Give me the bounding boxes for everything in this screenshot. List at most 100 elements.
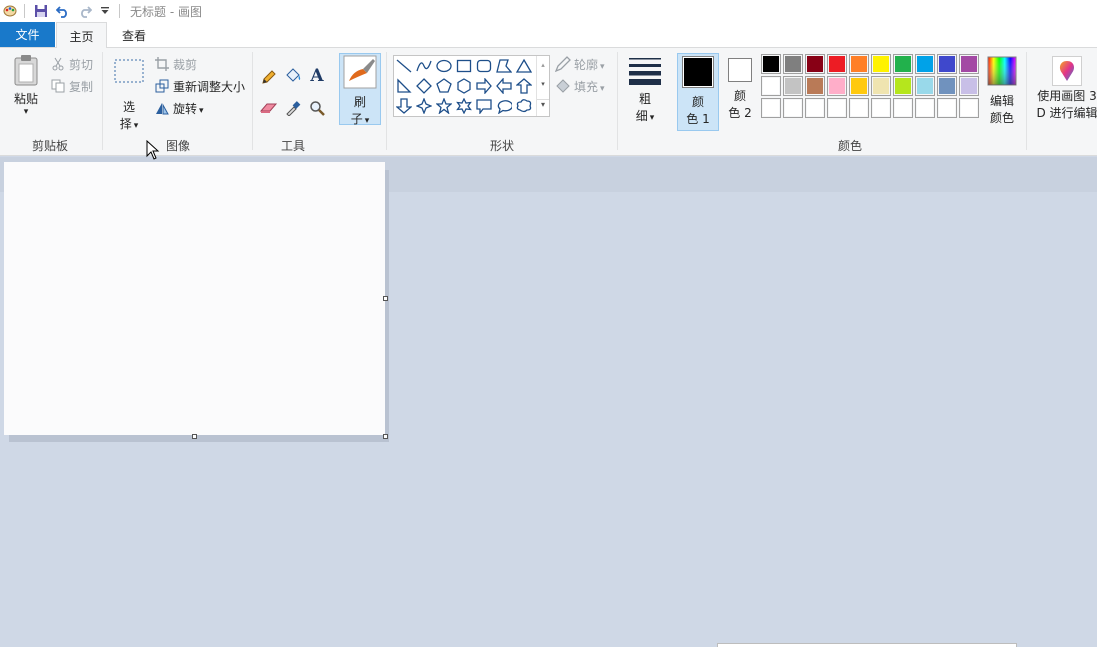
undo-icon[interactable] — [55, 3, 71, 19]
palette-swatch[interactable] — [937, 76, 957, 96]
resize-label: 重新调整大小 — [173, 79, 246, 94]
palette-swatch[interactable] — [871, 98, 891, 118]
paste-button[interactable]: 粘贴 ▾ — [8, 54, 44, 117]
pentagon-shape-icon[interactable] — [434, 76, 454, 96]
brushes-button-content[interactable]: 刷 子 — [339, 55, 381, 130]
curve-shape-icon[interactable] — [414, 56, 434, 76]
color1-button-content[interactable]: 颜 色 1 — [677, 56, 719, 128]
palette-swatch-fill — [961, 78, 977, 94]
size-button[interactable]: 粗 细 — [624, 56, 666, 127]
palette-swatch[interactable] — [827, 54, 847, 74]
edit-with-paint3d-button[interactable]: 使用画图 3 D 进行编辑 — [1034, 56, 1097, 122]
drawing-canvas[interactable] — [4, 162, 385, 435]
palette-swatch[interactable] — [761, 98, 781, 118]
canvas-resize-handle-corner[interactable] — [383, 434, 388, 439]
diamond-shape-icon[interactable] — [414, 76, 434, 96]
palette-swatch[interactable] — [805, 54, 825, 74]
palette-swatch[interactable] — [783, 98, 803, 118]
oval-callout-shape-icon[interactable] — [494, 96, 514, 116]
shapes-gallery-scrollbar[interactable]: ▴ ▾ ▾ — [536, 56, 549, 116]
palette-swatch[interactable] — [827, 76, 847, 96]
down-arrow-shape-icon[interactable] — [394, 96, 414, 116]
canvas-workspace[interactable] — [0, 157, 1097, 647]
color-palette — [761, 54, 983, 120]
pencil-icon[interactable] — [259, 67, 279, 87]
fill-button[interactable]: 填充 — [555, 76, 605, 96]
cut-button[interactable]: 剪切 — [50, 54, 93, 74]
rect-callout-shape-icon[interactable] — [474, 96, 494, 116]
polygon-shape-icon[interactable] — [494, 56, 514, 76]
palette-swatch[interactable] — [783, 76, 803, 96]
color1-label-1: 颜 — [691, 95, 704, 109]
hexagon-shape-icon[interactable] — [454, 76, 474, 96]
rounded-rectangle-shape-icon[interactable] — [474, 56, 494, 76]
right-arrow-shape-icon[interactable] — [474, 76, 494, 96]
six-point-star-shape-icon[interactable] — [454, 96, 474, 116]
crop-button[interactable]: 裁剪 — [154, 54, 197, 74]
tab-view[interactable]: 查看 — [108, 22, 160, 48]
tools-group-label: 工具 — [280, 139, 305, 153]
clipboard-icon — [12, 54, 40, 91]
gallery-more-icon[interactable]: ▾ — [537, 99, 549, 110]
outline-button[interactable]: 轮廓 — [555, 54, 605, 74]
palette-swatch[interactable] — [761, 76, 781, 96]
tab-file[interactable]: 文件 — [0, 22, 55, 47]
palette-swatch[interactable] — [937, 98, 957, 118]
text-tool-icon[interactable]: A — [307, 66, 327, 86]
paint-app-icon[interactable] — [2, 3, 18, 19]
palette-swatch[interactable] — [959, 98, 979, 118]
rotate-button[interactable]: 旋转 — [154, 98, 204, 118]
up-arrow-shape-icon[interactable] — [514, 76, 534, 96]
palette-swatch[interactable] — [893, 98, 913, 118]
paint3d-icon — [1052, 56, 1082, 86]
tab-home[interactable]: 主页 — [56, 22, 107, 49]
save-icon[interactable] — [33, 3, 49, 19]
palette-swatch[interactable] — [915, 54, 935, 74]
eraser-icon[interactable] — [259, 98, 279, 118]
five-point-star-shape-icon[interactable] — [434, 96, 454, 116]
gallery-up-arrow-icon[interactable]: ▴ — [537, 61, 549, 70]
palette-swatch[interactable] — [805, 98, 825, 118]
resize-button[interactable]: 重新调整大小 — [154, 76, 245, 96]
color2-button[interactable]: 颜 色 2 — [722, 58, 758, 122]
line-width-icon — [628, 56, 662, 91]
canvas-resize-handle-right[interactable] — [383, 296, 388, 301]
customize-quick-access-icon[interactable] — [97, 3, 113, 19]
four-point-star-shape-icon[interactable] — [414, 96, 434, 116]
palette-swatch[interactable] — [783, 54, 803, 74]
select-button[interactable]: 选 择 — [111, 58, 147, 135]
palette-swatch[interactable] — [871, 76, 891, 96]
triangle-shape-icon[interactable] — [514, 56, 534, 76]
redo-icon[interactable] — [77, 3, 93, 19]
palette-swatch[interactable] — [893, 54, 913, 74]
palette-swatch[interactable] — [761, 54, 781, 74]
left-arrow-shape-icon[interactable] — [494, 76, 514, 96]
palette-swatch[interactable] — [893, 76, 913, 96]
palette-swatch[interactable] — [871, 54, 891, 74]
cloud-callout-shape-icon[interactable] — [514, 96, 534, 116]
palette-swatch[interactable] — [849, 76, 869, 96]
palette-swatch[interactable] — [805, 76, 825, 96]
palette-swatch[interactable] — [937, 54, 957, 74]
edit-colors-button[interactable]: 编辑 颜色 — [984, 56, 1020, 127]
palette-swatch[interactable] — [827, 98, 847, 118]
palette-swatch[interactable] — [959, 76, 979, 96]
color-picker-icon[interactable] — [283, 98, 303, 118]
line-shape-icon[interactable] — [394, 56, 414, 76]
brush-icon — [343, 55, 377, 94]
scissors-icon — [50, 56, 66, 72]
oval-shape-icon[interactable] — [434, 56, 454, 76]
right-triangle-shape-icon[interactable] — [394, 76, 414, 96]
palette-swatch[interactable] — [915, 76, 935, 96]
palette-swatch-fill — [807, 100, 823, 116]
canvas-resize-handle-bottom[interactable] — [192, 434, 197, 439]
fill-bucket-icon[interactable] — [283, 66, 303, 86]
palette-swatch[interactable] — [915, 98, 935, 118]
palette-swatch[interactable] — [849, 98, 869, 118]
copy-button[interactable]: 复制 — [50, 76, 93, 96]
palette-swatch[interactable] — [849, 54, 869, 74]
magnifier-icon[interactable] — [307, 98, 327, 118]
palette-swatch[interactable] — [959, 54, 979, 74]
rectangle-shape-icon[interactable] — [454, 56, 474, 76]
gallery-down-arrow-icon[interactable]: ▾ — [537, 80, 549, 89]
